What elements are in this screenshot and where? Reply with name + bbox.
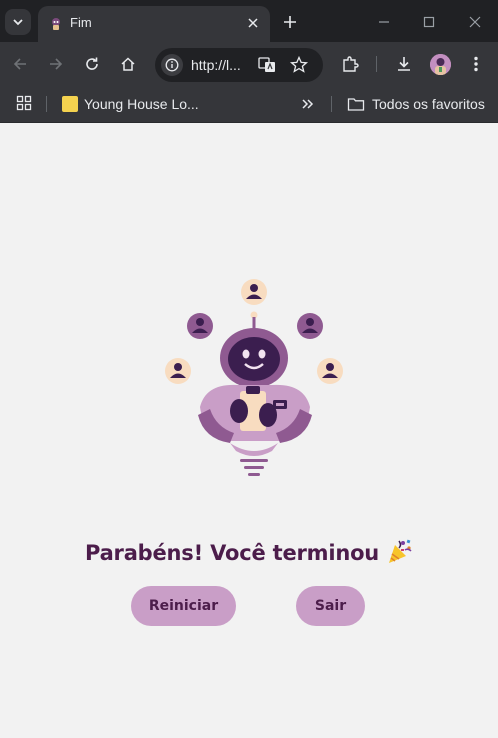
window-close-button[interactable] bbox=[465, 12, 485, 32]
minimize-button[interactable] bbox=[374, 12, 394, 32]
home-button[interactable] bbox=[117, 53, 139, 75]
restart-button[interactable]: Reiniciar bbox=[131, 586, 236, 626]
completion-heading: Parabéns! Você terminou bbox=[0, 537, 498, 565]
chevron-double-right-icon[interactable] bbox=[300, 96, 316, 112]
new-tab-button[interactable] bbox=[280, 12, 300, 32]
browser-tab-active[interactable]: Fim bbox=[38, 6, 270, 42]
arrow-right-icon bbox=[50, 58, 63, 70]
all-bookmarks-folder[interactable]: Todos os favoritos bbox=[347, 93, 485, 115]
exit-button[interactable]: Sair bbox=[296, 586, 365, 626]
tab-title: Fim bbox=[70, 15, 92, 30]
reload-icon bbox=[86, 57, 98, 70]
translate-icon[interactable] bbox=[257, 55, 277, 75]
home-icon bbox=[121, 57, 135, 71]
reload-button[interactable] bbox=[81, 53, 103, 75]
maximize-icon bbox=[423, 16, 435, 28]
browser-menu-button[interactable] bbox=[465, 53, 487, 75]
bookmarks-divider bbox=[46, 96, 47, 112]
profile-avatar[interactable] bbox=[430, 54, 451, 75]
info-icon bbox=[165, 58, 179, 72]
all-bookmarks-label: Todos os favoritos bbox=[372, 96, 485, 112]
bookmark-young-house[interactable]: Young House Lo... bbox=[62, 93, 199, 115]
downloads-button[interactable] bbox=[393, 53, 415, 75]
person-bubble-far-left bbox=[165, 358, 191, 384]
bookmarks-divider bbox=[331, 96, 332, 112]
tab-close-button[interactable] bbox=[244, 14, 262, 32]
page-content: Parabéns! Você terminou Reiniciar Sair bbox=[0, 123, 498, 738]
heading-text: Parabéns! Você terminou bbox=[84, 541, 380, 565]
party-popper-icon bbox=[389, 539, 412, 563]
browser-toolbar: http://l... bbox=[0, 42, 498, 87]
more-vertical-icon bbox=[474, 56, 478, 72]
folder-icon bbox=[347, 98, 365, 111]
bookmark-favicon-icon bbox=[62, 96, 78, 112]
toolbar-divider bbox=[376, 56, 377, 72]
person-bubble-right bbox=[297, 313, 323, 339]
forward-button[interactable] bbox=[45, 53, 67, 75]
profile-picture-icon bbox=[430, 54, 451, 75]
person-bubble-left bbox=[187, 313, 213, 339]
robot-illustration bbox=[165, 279, 343, 476]
extensions-button[interactable] bbox=[339, 53, 361, 75]
close-icon bbox=[248, 18, 258, 28]
address-bar[interactable]: http://l... bbox=[155, 48, 323, 82]
arrow-left-icon bbox=[13, 58, 26, 70]
browser-titlebar: Fim bbox=[0, 0, 498, 42]
download-icon bbox=[398, 57, 410, 71]
person-bubble-top bbox=[241, 279, 267, 305]
tab-search-button[interactable] bbox=[5, 9, 31, 35]
bookmark-star-icon[interactable] bbox=[289, 55, 309, 75]
maximize-button[interactable] bbox=[419, 12, 439, 32]
bookmark-label: Young House Lo... bbox=[84, 96, 199, 112]
apps-grid-icon[interactable] bbox=[16, 95, 32, 111]
plus-icon bbox=[284, 16, 296, 28]
minimize-icon bbox=[379, 21, 389, 23]
bookmarks-bar: Young House Lo... Todos os favoritos bbox=[0, 87, 498, 123]
chevron-down-icon bbox=[13, 19, 23, 26]
back-button[interactable] bbox=[9, 53, 31, 75]
robot-favicon-icon bbox=[52, 18, 60, 30]
puzzle-icon bbox=[343, 56, 359, 72]
close-icon bbox=[469, 16, 481, 28]
site-info-button[interactable] bbox=[161, 54, 183, 76]
url-text[interactable]: http://l... bbox=[191, 57, 241, 73]
person-bubble-far-right bbox=[317, 358, 343, 384]
